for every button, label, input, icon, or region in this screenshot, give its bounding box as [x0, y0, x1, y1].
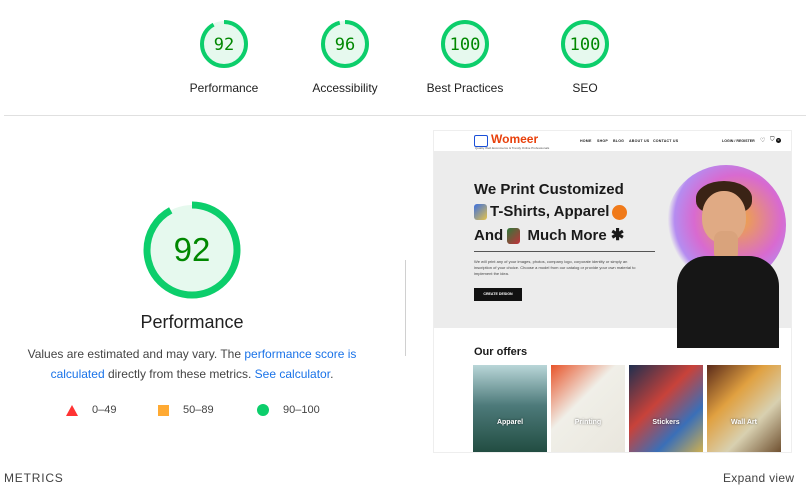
preview-nav-item: SHOP: [597, 139, 608, 143]
hero-heading-line: T-Shirts, Apparel: [474, 203, 630, 221]
category-gauges: 92 Performance 96 Accessibility 100 Best…: [0, 0, 806, 116]
offer-card-stickers: Stickers: [629, 365, 703, 452]
offer-card-wall-art: Wall Art: [707, 365, 781, 452]
preview-brand: Womeer: [491, 132, 539, 146]
gauge-best-practices[interactable]: 100 Best Practices: [405, 18, 525, 95]
shirt-emoji-icon: [474, 204, 487, 221]
preview-nav-item: HOME: [580, 139, 592, 143]
hero-heading-text: And: [474, 227, 504, 244]
offer-card-label: Wall Art: [731, 419, 757, 426]
average-square-icon: [158, 404, 169, 416]
desc-text: .: [330, 367, 334, 381]
gauge-score: 96: [335, 35, 355, 55]
preview-nav-item: BLOG: [613, 139, 625, 143]
legend-fail: 0–49: [66, 402, 116, 418]
gauge-ring: 92: [200, 20, 248, 68]
offer-card-printing: Printing: [551, 365, 625, 452]
desc-text: Values are estimated and may vary. The: [27, 347, 245, 361]
legend-label: 90–100: [283, 404, 320, 416]
hero-heading-text: Much More: [527, 227, 607, 244]
model-tshirt: [677, 256, 779, 348]
gauge-performance[interactable]: 92 Performance: [164, 18, 284, 95]
create-design-button: CREATE DESIGN: [474, 288, 522, 301]
gauge-score: 100: [570, 35, 601, 55]
gauge-ring: 100: [441, 20, 489, 68]
preview-navbar: Womeer Quality Web Ecommerce & Trendy On…: [434, 131, 791, 151]
cart-icon: ⛉: [770, 137, 775, 143]
preview-nav-item: ABOUT US: [629, 139, 650, 143]
gauge-score: 92: [214, 35, 234, 55]
preview-hero: We Print Customized T-Shirts, Apparel An…: [434, 151, 791, 348]
hero-rule: [474, 251, 655, 252]
legend-pass: 90–100: [257, 402, 320, 418]
hero-heading-text: T-Shirts, Apparel: [490, 203, 610, 220]
gauge-label: SEO: [572, 81, 598, 95]
offer-card-label: Stickers: [652, 419, 680, 426]
legend-label: 50–89: [183, 404, 214, 416]
pass-circle-icon: [257, 404, 269, 416]
gauge-label: Best Practices: [426, 81, 504, 95]
fail-triangle-icon: [66, 404, 78, 416]
section-divider: [4, 115, 806, 116]
legend-label: 0–49: [92, 404, 117, 416]
preview-nav-item: CONTACT US: [653, 139, 679, 143]
hero-heading-line: And Much More ✱: [474, 225, 624, 245]
gauge-accessibility[interactable]: 96 Accessibility: [285, 18, 405, 95]
performance-gauge-large: 92: [143, 201, 241, 299]
asterisk-icon: ✱: [610, 227, 625, 244]
gauge-ring: 96: [321, 20, 369, 68]
performance-description: Values are estimated and may vary. The p…: [22, 344, 362, 384]
gauge-seo[interactable]: 100 SEO: [525, 18, 645, 95]
offers-title: Our offers: [474, 346, 528, 358]
offer-card-label: Apparel: [496, 419, 524, 426]
gauge-label: Accessibility: [312, 81, 378, 95]
metrics-heading: METRICS: [4, 471, 64, 485]
offer-card-apparel: Apparel: [473, 365, 547, 452]
cart-count-badge: 0: [776, 138, 781, 143]
final-screenshot[interactable]: Womeer Quality Web Ecommerce & Trendy On…: [433, 130, 792, 453]
heart-icon: ♡: [760, 138, 766, 144]
legend-average: 50–89: [158, 402, 214, 418]
performance-score: 92: [174, 231, 211, 268]
see-calculator-link[interactable]: See calculator: [255, 367, 330, 381]
gauge-score: 100: [450, 35, 481, 55]
coat-emoji-icon: [507, 228, 521, 245]
gauge-label: Performance: [189, 81, 259, 95]
preview-tagline: Quality Web Ecommerce & Trendy Online Pr…: [475, 146, 550, 150]
pumpkin-emoji-icon: [612, 204, 628, 220]
hero-copy: We will print any of your images, photos…: [474, 259, 636, 276]
performance-title: Performance: [140, 312, 244, 332]
vertical-divider: [405, 260, 406, 356]
gauge-ring: 100: [561, 20, 609, 68]
preview-login: LOGIN / REGISTER: [722, 139, 755, 143]
desc-text: directly from these metrics.: [104, 367, 255, 381]
expand-view-toggle[interactable]: Expand view: [723, 471, 794, 485]
offer-card-label: Printing: [574, 419, 602, 426]
hero-heading-line: We Print Customized: [474, 181, 624, 198]
